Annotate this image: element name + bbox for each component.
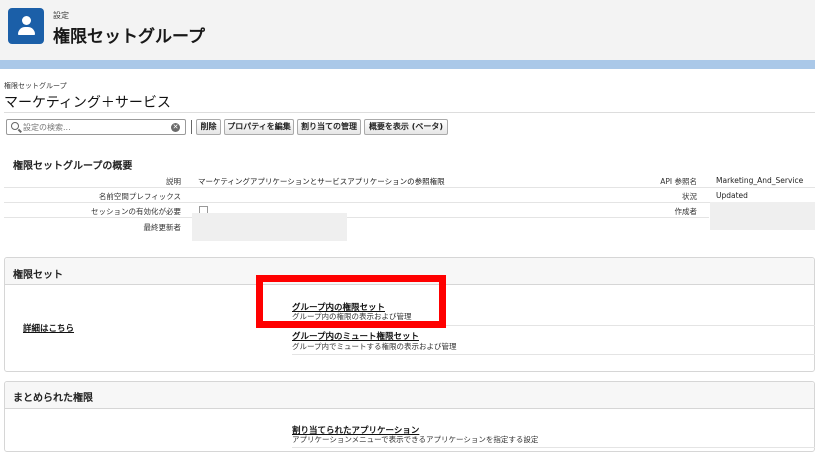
status-value: Updated xyxy=(716,191,748,200)
user-icon xyxy=(8,8,44,44)
divider xyxy=(4,217,709,218)
created-by-value xyxy=(710,202,815,230)
search-input[interactable] xyxy=(23,121,163,133)
session-required-label: セッションの有効化が必要 xyxy=(91,207,181,216)
api-name-label: API 参照名 xyxy=(660,177,697,186)
overview-title: 権限セットグループの概要 xyxy=(13,161,133,172)
learn-more-link[interactable]: 詳細はこちら xyxy=(23,322,74,334)
header-band xyxy=(0,60,815,69)
toolbar-divider xyxy=(191,120,192,134)
edit-properties-button[interactable]: プロパティを編集 xyxy=(224,119,294,135)
api-name-value: Marketing_And_Service xyxy=(716,176,804,185)
muted-permission-sets-desc: グループ内でミュートする権限の表示および管理 xyxy=(292,342,457,351)
status-label: 状況 xyxy=(682,192,697,201)
delete-button[interactable]: 削除 xyxy=(196,119,221,135)
manage-assignments-button[interactable]: 割り当ての管理 xyxy=(297,119,361,135)
breadcrumb: 権限セットグループ xyxy=(4,82,67,90)
header-eyebrow: 設定 xyxy=(53,11,69,20)
namespace-label: 名前空間プレフィックス xyxy=(98,192,181,201)
panel-header xyxy=(5,382,814,409)
description-label: 説明 xyxy=(166,177,181,186)
highlight-box xyxy=(256,275,446,328)
combined-permissions-title: まとめられた権限 xyxy=(13,393,93,404)
setup-search[interactable]: ✕ xyxy=(6,119,186,135)
last-modified-label: 最終更新者 xyxy=(143,223,182,232)
record-name: マーケティング＋サービス xyxy=(4,95,171,111)
view-summary-button[interactable]: 概要を表示 (ベータ) xyxy=(364,119,448,135)
clear-icon[interactable]: ✕ xyxy=(171,123,180,132)
created-by-label: 作成者 xyxy=(674,207,698,216)
search-icon xyxy=(11,122,19,130)
page-title: 権限セットグループ xyxy=(53,27,205,47)
divider xyxy=(4,202,815,203)
divider xyxy=(4,112,815,113)
divider xyxy=(4,187,815,188)
page-header: 設定 権限セットグループ xyxy=(0,0,815,62)
description-value: マーケティングアプリケーションとサービスアプリケーションの参照権限 xyxy=(198,177,445,186)
divider xyxy=(292,354,815,355)
assigned-apps-desc: アプリケーションメニューで表示できるアプリケーションを指定する設定 xyxy=(292,435,539,444)
setup-page: 設定 権限セットグループ 権限セットグループ マーケティング＋サービス ✕ 削除… xyxy=(0,0,815,452)
last-modified-value xyxy=(192,213,347,241)
permission-sets-title: 権限セット xyxy=(13,270,63,281)
divider xyxy=(292,447,815,448)
